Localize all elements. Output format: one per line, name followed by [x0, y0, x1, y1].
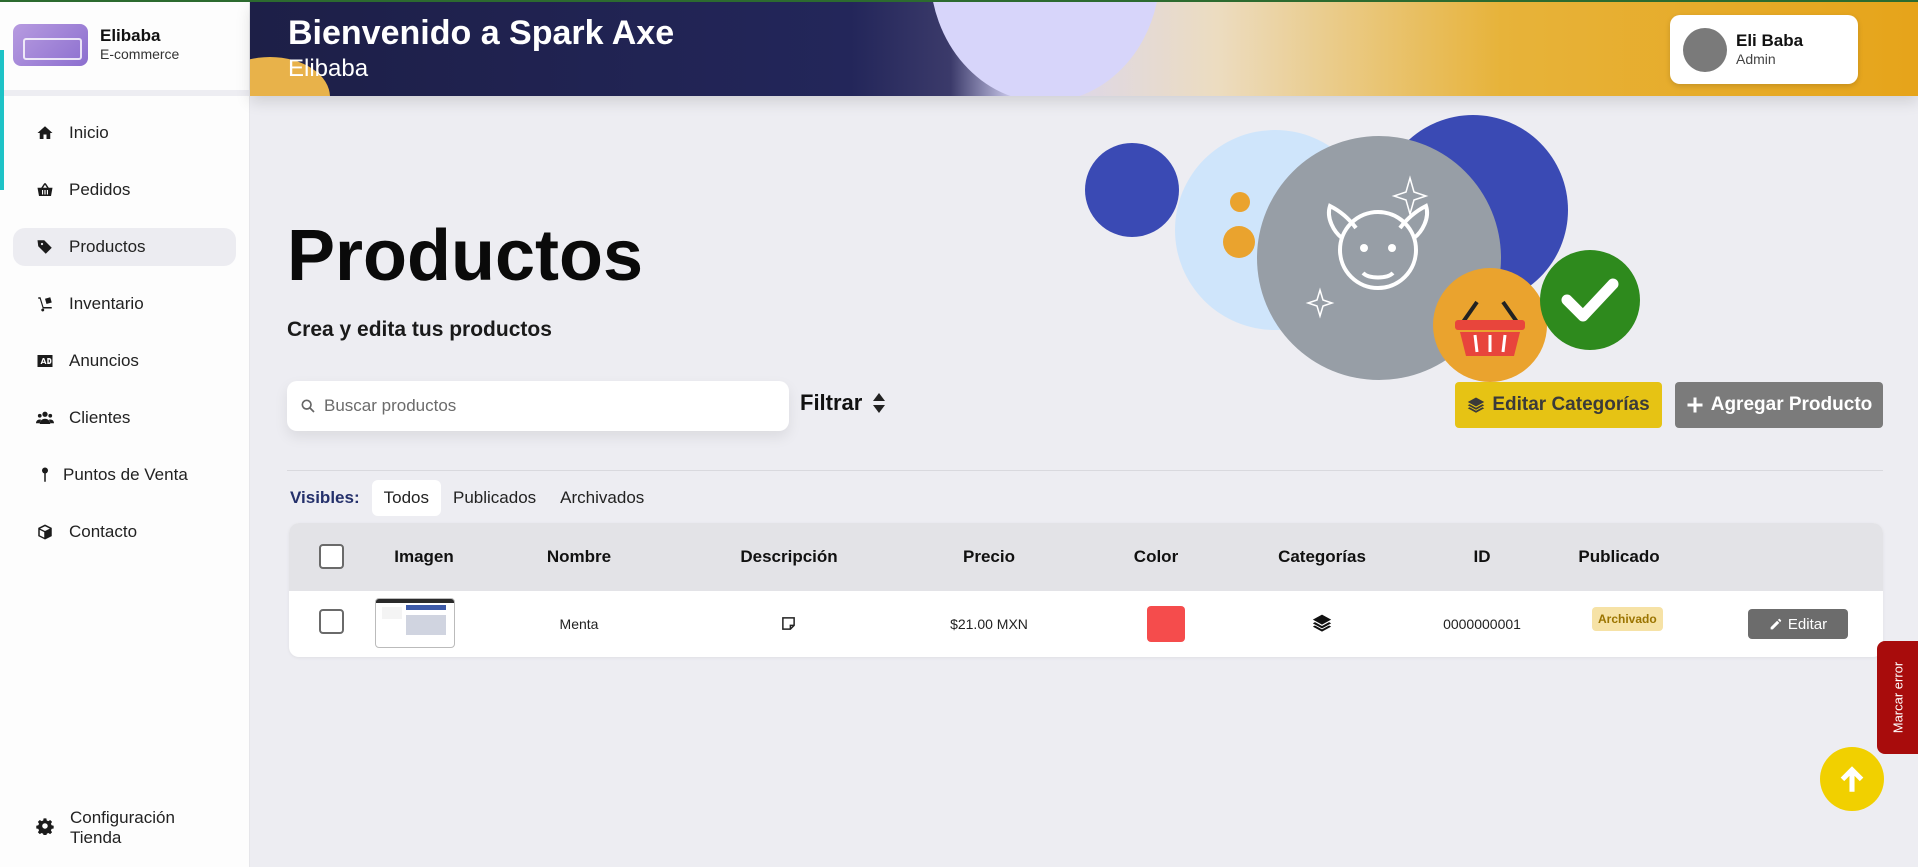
categories-layers-icon[interactable] [1312, 613, 1332, 636]
column-header-publicado: Publicado [1578, 547, 1660, 566]
add-product-button[interactable]: Agregar Producto [1675, 382, 1883, 428]
column-header-categorias: Categorías [1278, 547, 1366, 566]
tags-icon [35, 237, 55, 257]
user-name: Eli Baba [1736, 30, 1804, 50]
sidebar-item-label: Puntos de Venta [63, 465, 188, 484]
sidebar-item-label: Inventario [69, 294, 144, 313]
column-header-descripcion: Descripción [740, 547, 838, 566]
tab-archivados[interactable]: Archivados [548, 480, 656, 516]
settings-label-line2: Tienda [70, 828, 122, 847]
dolly-icon [35, 294, 55, 314]
search-box[interactable] [287, 381, 789, 431]
sidebar-accent-bar [0, 50, 4, 190]
divider [287, 470, 1883, 471]
header-title: Bienvenido a Spark Axe [288, 14, 675, 52]
edit-button-label: Editar [1787, 615, 1828, 633]
plus-icon [1687, 397, 1703, 413]
sidebar-item-pedidos[interactable]: Pedidos [13, 171, 236, 209]
column-header-precio: Precio [963, 547, 1015, 566]
brand-subtitle: E-commerce [100, 46, 180, 62]
user-role: Admin [1736, 50, 1776, 67]
edit-categories-button[interactable]: Editar Categorías [1455, 382, 1662, 428]
table-header: Imagen Nombre Descripción Precio Color C… [289, 523, 1883, 591]
layers-icon [1468, 397, 1485, 413]
tab-todos[interactable]: Todos [371, 480, 441, 516]
header-subtitle: Elibaba [288, 55, 369, 82]
sidebar-item-label: Productos [69, 237, 146, 256]
column-header-nombre: Nombre [546, 547, 612, 566]
product-price: $21.00 MXN [950, 616, 1028, 632]
edit-button[interactable]: Editar [1748, 609, 1848, 639]
user-card[interactable]: Eli Baba Admin [1670, 15, 1858, 84]
home-icon [35, 123, 55, 143]
scroll-to-top-button[interactable] [1820, 747, 1884, 811]
select-all-checkbox[interactable] [319, 544, 344, 569]
ad-icon [35, 351, 55, 371]
sort-icon [873, 393, 886, 413]
avatar [1683, 27, 1727, 72]
report-error-label: Marcar error [1890, 661, 1906, 734]
settings-label-line1: Configuración [70, 808, 175, 827]
filter-button[interactable]: Filtrar [800, 390, 886, 416]
page-subtitle: Crea y edita tus productos [287, 318, 552, 341]
sidebar-item-inicio[interactable]: Inicio [13, 114, 236, 152]
product-thumbnail[interactable] [375, 598, 455, 648]
row-checkbox[interactable] [319, 609, 344, 634]
status-badge: Archivado [1592, 607, 1663, 631]
pencil-icon [1770, 618, 1782, 629]
gear-icon [36, 817, 56, 840]
sidebar: Elibaba E-commerce Inicio Pedidos Produc… [0, 0, 250, 867]
top-accent-line [0, 0, 1918, 2]
description-icon[interactable] [781, 616, 796, 634]
sidebar-item-productos[interactable]: Productos [13, 228, 236, 266]
column-header-imagen: Imagen [394, 547, 454, 566]
arrow-up-icon [1840, 766, 1864, 792]
column-header-id: ID [1473, 547, 1491, 566]
sidebar-item-configuracion[interactable]: Configuración Tienda [36, 808, 175, 848]
brand-logo [13, 24, 88, 66]
sidebar-item-contacto[interactable]: Contacto [13, 513, 236, 551]
add-product-label: Agregar Producto [1710, 394, 1873, 415]
product-id: 0000000001 [1443, 616, 1521, 632]
sidebar-item-label: Contacto [69, 522, 138, 541]
map-pin-icon [39, 465, 51, 485]
header-decoration [930, 2, 1160, 96]
box-icon [35, 522, 55, 542]
brand-name: Elibaba [100, 26, 161, 45]
sidebar-item-inventario[interactable]: Inventario [13, 285, 236, 323]
visibility-label: Visibles: [290, 488, 360, 507]
filter-label: Filtrar [800, 390, 863, 415]
brand[interactable]: Elibaba E-commerce [0, 0, 249, 96]
page-title: Productos [287, 216, 644, 296]
search-icon [301, 399, 315, 413]
sidebar-item-label: Inicio [69, 123, 109, 142]
tab-publicados[interactable]: Publicados [441, 480, 548, 516]
sidebar-item-label: Anuncios [69, 351, 139, 370]
header-banner: Bienvenido a Spark Axe Elibaba Eli Baba … [250, 2, 1918, 96]
visibility-tabs: Visibles: Todos Publicados Archivados [290, 480, 656, 516]
sidebar-item-label: Pedidos [69, 180, 131, 199]
products-illustration [1085, 115, 1640, 382]
edit-categories-label: Editar Categorías [1492, 394, 1650, 415]
users-icon [35, 408, 55, 428]
sidebar-item-anuncios[interactable]: Anuncios [13, 342, 236, 380]
product-name: Menta [559, 616, 599, 632]
column-header-color: Color [1133, 547, 1179, 566]
sidebar-item-clientes[interactable]: Clientes [13, 399, 236, 437]
sidebar-item-puntos-de-venta[interactable]: Puntos de Venta [13, 456, 236, 494]
sidebar-nav: Inicio Pedidos Productos Inventario Anun… [0, 114, 249, 551]
basket-icon [35, 180, 55, 200]
product-color-swatch [1147, 606, 1185, 642]
sidebar-item-label: Clientes [69, 408, 131, 427]
table-row[interactable]: Menta $21.00 MXN 0000000001 Archivado Ed… [289, 591, 1883, 657]
products-table: Imagen Nombre Descripción Precio Color C… [289, 523, 1883, 657]
search-input[interactable] [324, 396, 764, 416]
report-error-tab[interactable]: Marcar error [1877, 641, 1918, 754]
